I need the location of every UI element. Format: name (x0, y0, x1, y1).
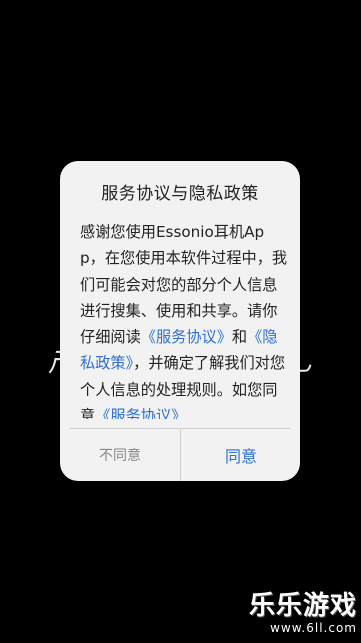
watermark-url: www.6ll.com (270, 621, 357, 635)
watermark-title: 乐乐游戏 (248, 591, 357, 621)
service-agreement-link-2[interactable]: 《服务协议》 (95, 407, 186, 419)
agreement-dialog: 服务协议与隐私政策 感谢您使用Essonio耳机App，在您使用本软件过程中，我… (60, 161, 300, 481)
dialog-title: 服务协议与隐私政策 (101, 184, 259, 204)
disagree-button[interactable]: 不同意 (60, 429, 180, 481)
body-middle-text: 和 (231, 328, 248, 347)
service-agreement-link[interactable]: 《服务协议》 (141, 328, 232, 346)
site-watermark: 乐乐游戏 www.6ll.com (237, 591, 357, 641)
dialog-body: 感谢您使用Essonio耳机App，在您使用本软件过程中，我们可能会对您的部分个… (80, 219, 288, 419)
screen: 产 乚 服务协议与隐私政策 感谢您使用Essonio耳机App，在您使用本软件过… (0, 0, 361, 643)
agree-button[interactable]: 同意 (181, 429, 300, 481)
